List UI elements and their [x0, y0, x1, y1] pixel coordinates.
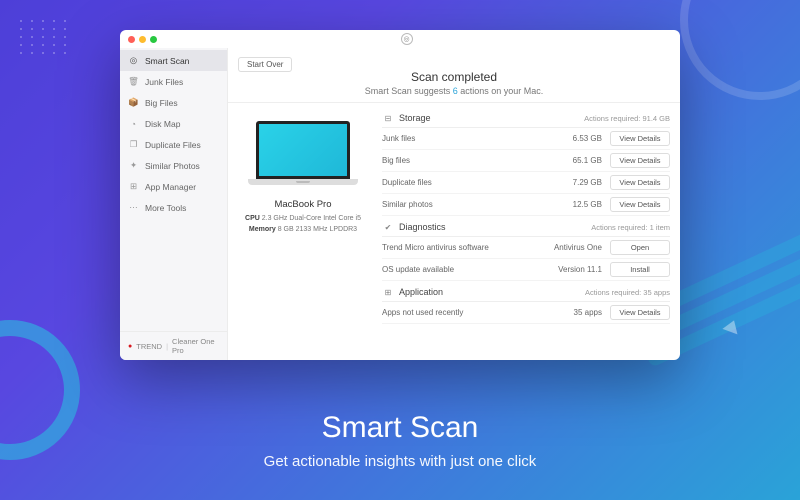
disk-map-icon: ◔: [128, 118, 139, 129]
sidebar-item-app-manager[interactable]: ⊞ App Manager: [120, 176, 227, 197]
section-header-storage: ⊟ Storage Actions required: 91.4 GB: [382, 107, 670, 128]
row-name: Big files: [382, 156, 550, 165]
scan-summary-header: Scan completed Smart Scan suggests 6 act…: [228, 70, 680, 103]
result-row: Junk files6.53 GBView Details: [382, 128, 670, 150]
page-title: Scan completed: [228, 70, 680, 84]
hero-subtitle: Get actionable insights with just one cl…: [0, 453, 800, 470]
sidebar: ◎ Smart Scan 🗑 Junk Files 📦 Big Files ◔ Disk Ma…: [120, 48, 228, 360]
decorative-dots: [20, 20, 69, 54]
result-row: Trend Micro antivirus softwareAntivirus …: [382, 237, 670, 259]
similar-photos-icon: ✦: [128, 160, 139, 171]
row-action-button[interactable]: Install: [610, 262, 670, 277]
hero-caption: Smart Scan Get actionable insights with …: [0, 411, 800, 470]
row-action-button[interactable]: Open: [610, 240, 670, 255]
cpu-spec: 2.3 GHz Dual-Core Intel Core i5: [262, 215, 361, 222]
row-name: Junk files: [382, 134, 550, 143]
result-row: Apps not used recently35 appsView Detail…: [382, 302, 670, 324]
row-value: Version 11.1: [550, 265, 610, 274]
sidebar-item-label: Smart Scan: [145, 56, 189, 66]
titlebar: ◎: [120, 30, 680, 48]
device-name: MacBook Pro: [238, 199, 368, 210]
row-name: Similar photos: [382, 200, 550, 209]
row-name: Apps not used recently: [382, 308, 550, 317]
more-tools-icon: ⋯: [128, 202, 139, 213]
row-action-button[interactable]: View Details: [610, 175, 670, 190]
sidebar-item-label: Duplicate Files: [145, 140, 201, 150]
junk-files-icon: 🗑: [128, 76, 139, 87]
sidebar-item-label: More Tools: [145, 203, 186, 213]
smart-scan-icon: ◎: [128, 55, 139, 66]
row-value: 35 apps: [550, 308, 610, 317]
app-window: ◎ ◎ Smart Scan 🗑 Junk Files 📦 Big Files ◔ Disk …: [120, 30, 680, 360]
decorative-circle: [680, 0, 800, 100]
row-value: 65.1 GB: [550, 156, 610, 165]
section-meta: Actions required: 35 apps: [585, 288, 670, 297]
row-action-button[interactable]: View Details: [610, 131, 670, 146]
brand-label: TREND: [136, 342, 162, 351]
sidebar-item-big-files[interactable]: 📦 Big Files: [120, 92, 227, 113]
sidebar-item-junk-files[interactable]: 🗑 Junk Files: [120, 71, 227, 92]
row-name: Trend Micro antivirus software: [382, 243, 550, 252]
brand-logo: ●: [128, 343, 132, 350]
app-manager-icon: ⊞: [128, 181, 139, 192]
minimize-icon[interactable]: [139, 36, 146, 43]
sidebar-item-label: Similar Photos: [145, 161, 200, 171]
section-header-application: ⊞ Application Actions required: 35 apps: [382, 281, 670, 302]
section-meta: Actions required: 91.4 GB: [584, 114, 670, 123]
zoom-icon[interactable]: [150, 36, 157, 43]
section-title: Application: [399, 287, 443, 297]
page-subtitle: Smart Scan suggests 6 actions on your Ma…: [228, 86, 680, 96]
row-value: Antivirus One: [550, 243, 610, 252]
row-action-button[interactable]: View Details: [610, 305, 670, 320]
section-title: Storage: [399, 113, 431, 123]
row-name: Duplicate files: [382, 178, 550, 187]
sidebar-item-label: App Manager: [145, 182, 196, 192]
memory-spec: 8 GB 2133 MHz LPDDR3: [278, 226, 357, 233]
sidebar-footer: ● TREND | Cleaner One Pro: [120, 331, 227, 360]
scan-results: ⊟ Storage Actions required: 91.4 GB Junk fi…: [378, 103, 680, 360]
close-icon[interactable]: [128, 36, 135, 43]
result-row: Similar photos12.5 GBView Details: [382, 194, 670, 216]
main-panel: Start Over Scan completed Smart Scan sug…: [228, 48, 680, 360]
result-row: Big files65.1 GBView Details: [382, 150, 670, 172]
row-value: 6.53 GB: [550, 134, 610, 143]
big-files-icon: 📦: [128, 97, 139, 108]
row-value: 7.29 GB: [550, 178, 610, 187]
macbook-illustration-icon: [248, 121, 358, 191]
sidebar-item-disk-map[interactable]: ◔ Disk Map: [120, 113, 227, 134]
storage-icon: ⊟: [382, 112, 394, 124]
device-info: MacBook Pro CPU 2.3 GHz Dual-Core Intel …: [228, 103, 378, 360]
section-meta: Actions required: 1 item: [591, 223, 670, 232]
diagnostics-icon: ✔: [382, 221, 394, 233]
result-row: Duplicate files7.29 GBView Details: [382, 172, 670, 194]
section-header-diagnostics: ✔ Diagnostics Actions required: 1 item: [382, 216, 670, 237]
product-label: Cleaner One Pro: [172, 337, 219, 355]
app-logo-icon: ◎: [401, 33, 413, 45]
duplicate-files-icon: ❐: [128, 139, 139, 150]
sidebar-item-label: Disk Map: [145, 119, 180, 129]
section-title: Diagnostics: [399, 222, 446, 232]
sidebar-item-label: Junk Files: [145, 77, 183, 87]
result-row: OS update availableVersion 11.1Install: [382, 259, 670, 281]
row-action-button[interactable]: View Details: [610, 197, 670, 212]
row-value: 12.5 GB: [550, 200, 610, 209]
hero-title: Smart Scan: [0, 411, 800, 445]
sidebar-item-label: Big Files: [145, 98, 178, 108]
sidebar-item-smart-scan[interactable]: ◎ Smart Scan: [120, 50, 227, 71]
sidebar-item-similar-photos[interactable]: ✦ Similar Photos: [120, 155, 227, 176]
row-name: OS update available: [382, 265, 550, 274]
row-action-button[interactable]: View Details: [610, 153, 670, 168]
sidebar-item-duplicate-files[interactable]: ❐ Duplicate Files: [120, 134, 227, 155]
application-icon: ⊞: [382, 286, 394, 298]
sidebar-item-more-tools[interactable]: ⋯ More Tools: [120, 197, 227, 218]
